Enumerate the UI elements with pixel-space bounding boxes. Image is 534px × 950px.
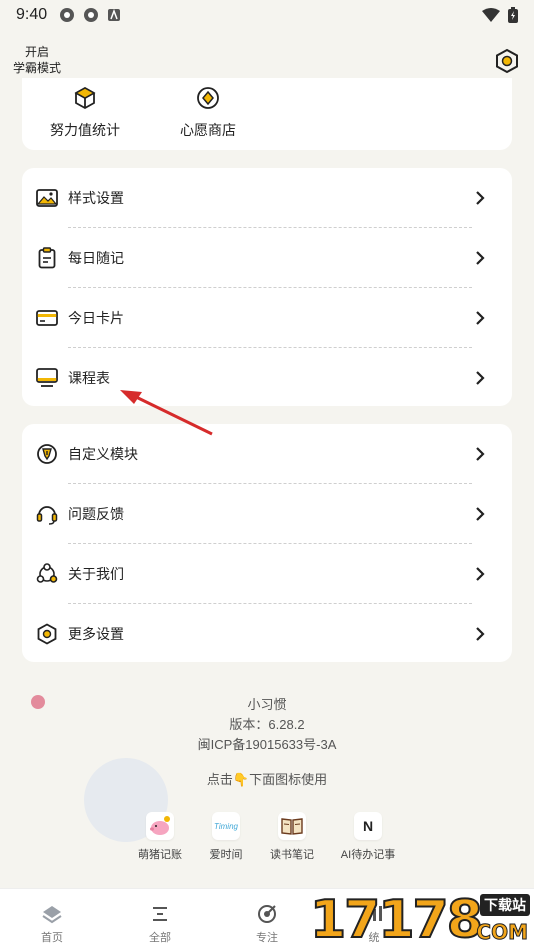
menu-item-label: 今日卡片 <box>68 310 124 326</box>
app-name: 小习惯 <box>247 697 287 712</box>
n-icon: N <box>362 818 374 834</box>
app-label: 萌猪记账 <box>138 849 182 861</box>
pig-icon <box>150 816 170 835</box>
menu-item-label: 自定义模块 <box>68 446 138 462</box>
timing-icon: Timing <box>214 821 238 831</box>
monitor-icon <box>36 368 58 387</box>
wish-shop-icon <box>197 87 219 109</box>
stat-label: 努力值统计 <box>50 122 120 138</box>
watermark-number: 17178 <box>309 890 484 950</box>
nav-label: 全部 <box>149 932 171 944</box>
chevron-right-icon <box>476 567 485 581</box>
stat-label: 心愿商店 <box>180 122 236 138</box>
app-reading-notes[interactable]: 读书笔记 <box>252 812 332 862</box>
nav-label: 专注 <box>256 932 278 944</box>
nav-all[interactable]: 全部 <box>130 903 190 945</box>
home-icon <box>42 906 62 924</box>
chevron-right-icon <box>476 447 485 461</box>
shield-icon <box>37 444 57 464</box>
annotation-arrow-icon <box>120 390 213 436</box>
hex-settings-icon[interactable] <box>494 48 520 74</box>
chevron-right-icon <box>476 371 485 385</box>
notification-icon <box>84 8 99 22</box>
nav-home[interactable]: 首页 <box>22 903 82 945</box>
battery-icon <box>508 7 518 23</box>
chevron-right-icon <box>476 507 485 521</box>
menu-item-label: 样式设置 <box>68 190 124 206</box>
book-icon <box>281 818 303 835</box>
stats-card: 努力值统计 心愿商店 <box>22 78 512 150</box>
cube-icon <box>74 86 96 110</box>
icp-number: 闽ICP备19015633号-3A <box>197 737 337 752</box>
app-label: 爱时间 <box>209 849 243 861</box>
headset-icon <box>36 506 58 525</box>
menu-item-label: 更多设置 <box>68 626 124 642</box>
mode-toggle-line2: 学霸模式 <box>12 61 61 75</box>
people-icon <box>36 563 58 583</box>
menu-item-timetable[interactable]: 课程表 <box>22 348 512 408</box>
notification-icon <box>60 8 75 22</box>
clipboard-icon <box>38 247 56 269</box>
image-icon <box>36 189 58 207</box>
menu-item-style-settings[interactable]: 样式设置 <box>22 168 512 228</box>
menu-item-label: 问题反馈 <box>68 506 124 522</box>
menu-item-more-settings[interactable]: 更多设置 <box>22 604 512 664</box>
app-label: AI待办记事 <box>340 849 396 861</box>
app-ai-todo[interactable]: N AI待办记事 <box>328 812 408 862</box>
watermark-tag: 下载站 <box>480 894 530 916</box>
menu-item-daily-notes[interactable]: 每日随记 <box>22 228 512 288</box>
wifi-icon <box>482 8 500 22</box>
nav-label: 首页 <box>41 932 63 944</box>
focus-icon <box>258 905 276 923</box>
menu-card-1: 样式设置 每日随记 今日卡片 课程表 <box>22 168 512 406</box>
watermark-domain: COM <box>476 920 529 945</box>
study-mode-toggle[interactable]: 开启 学霸模式 <box>12 44 62 76</box>
status-bar: 9:40 <box>0 0 534 30</box>
menu-item-today-card[interactable]: 今日卡片 <box>22 288 512 348</box>
menu-item-label: 课程表 <box>68 370 110 386</box>
mode-toggle-line1: 开启 <box>24 45 49 59</box>
chevron-right-icon <box>476 311 485 325</box>
app-version: 版本：6.28.2 <box>229 717 305 732</box>
menu-item-label: 每日随记 <box>68 250 124 266</box>
chevron-right-icon <box>476 191 485 205</box>
wish-shop-item[interactable]: 心愿商店 <box>180 86 236 140</box>
effort-stats-item[interactable]: 努力值统计 <box>50 86 120 140</box>
menu-item-label: 关于我们 <box>68 566 124 582</box>
chevron-right-icon <box>476 627 485 641</box>
menu-item-feedback[interactable]: 问题反馈 <box>22 484 512 544</box>
list-icon <box>153 907 167 921</box>
menu-item-custom-module[interactable]: 自定义模块 <box>22 424 512 484</box>
nav-focus[interactable]: 专注 <box>237 903 297 945</box>
menu-card-2: 自定义模块 问题反馈 关于我们 更多设置 <box>22 424 512 662</box>
site-watermark: 17178 下载站 COM <box>309 888 534 950</box>
app-notification-icon <box>108 8 121 21</box>
menu-item-about-us[interactable]: 关于我们 <box>22 544 512 604</box>
hex-gear-icon <box>37 623 57 645</box>
chevron-right-icon <box>476 251 485 265</box>
status-time: 9:40 <box>16 6 48 23</box>
apps-hint: 点击👇下面图标使用 <box>206 772 328 787</box>
recommended-apps: 萌猪记账 Timing 爱时间 读书笔记 N AI待办记事 <box>0 812 534 872</box>
app-label: 读书笔记 <box>270 849 314 861</box>
card-icon <box>36 310 58 326</box>
